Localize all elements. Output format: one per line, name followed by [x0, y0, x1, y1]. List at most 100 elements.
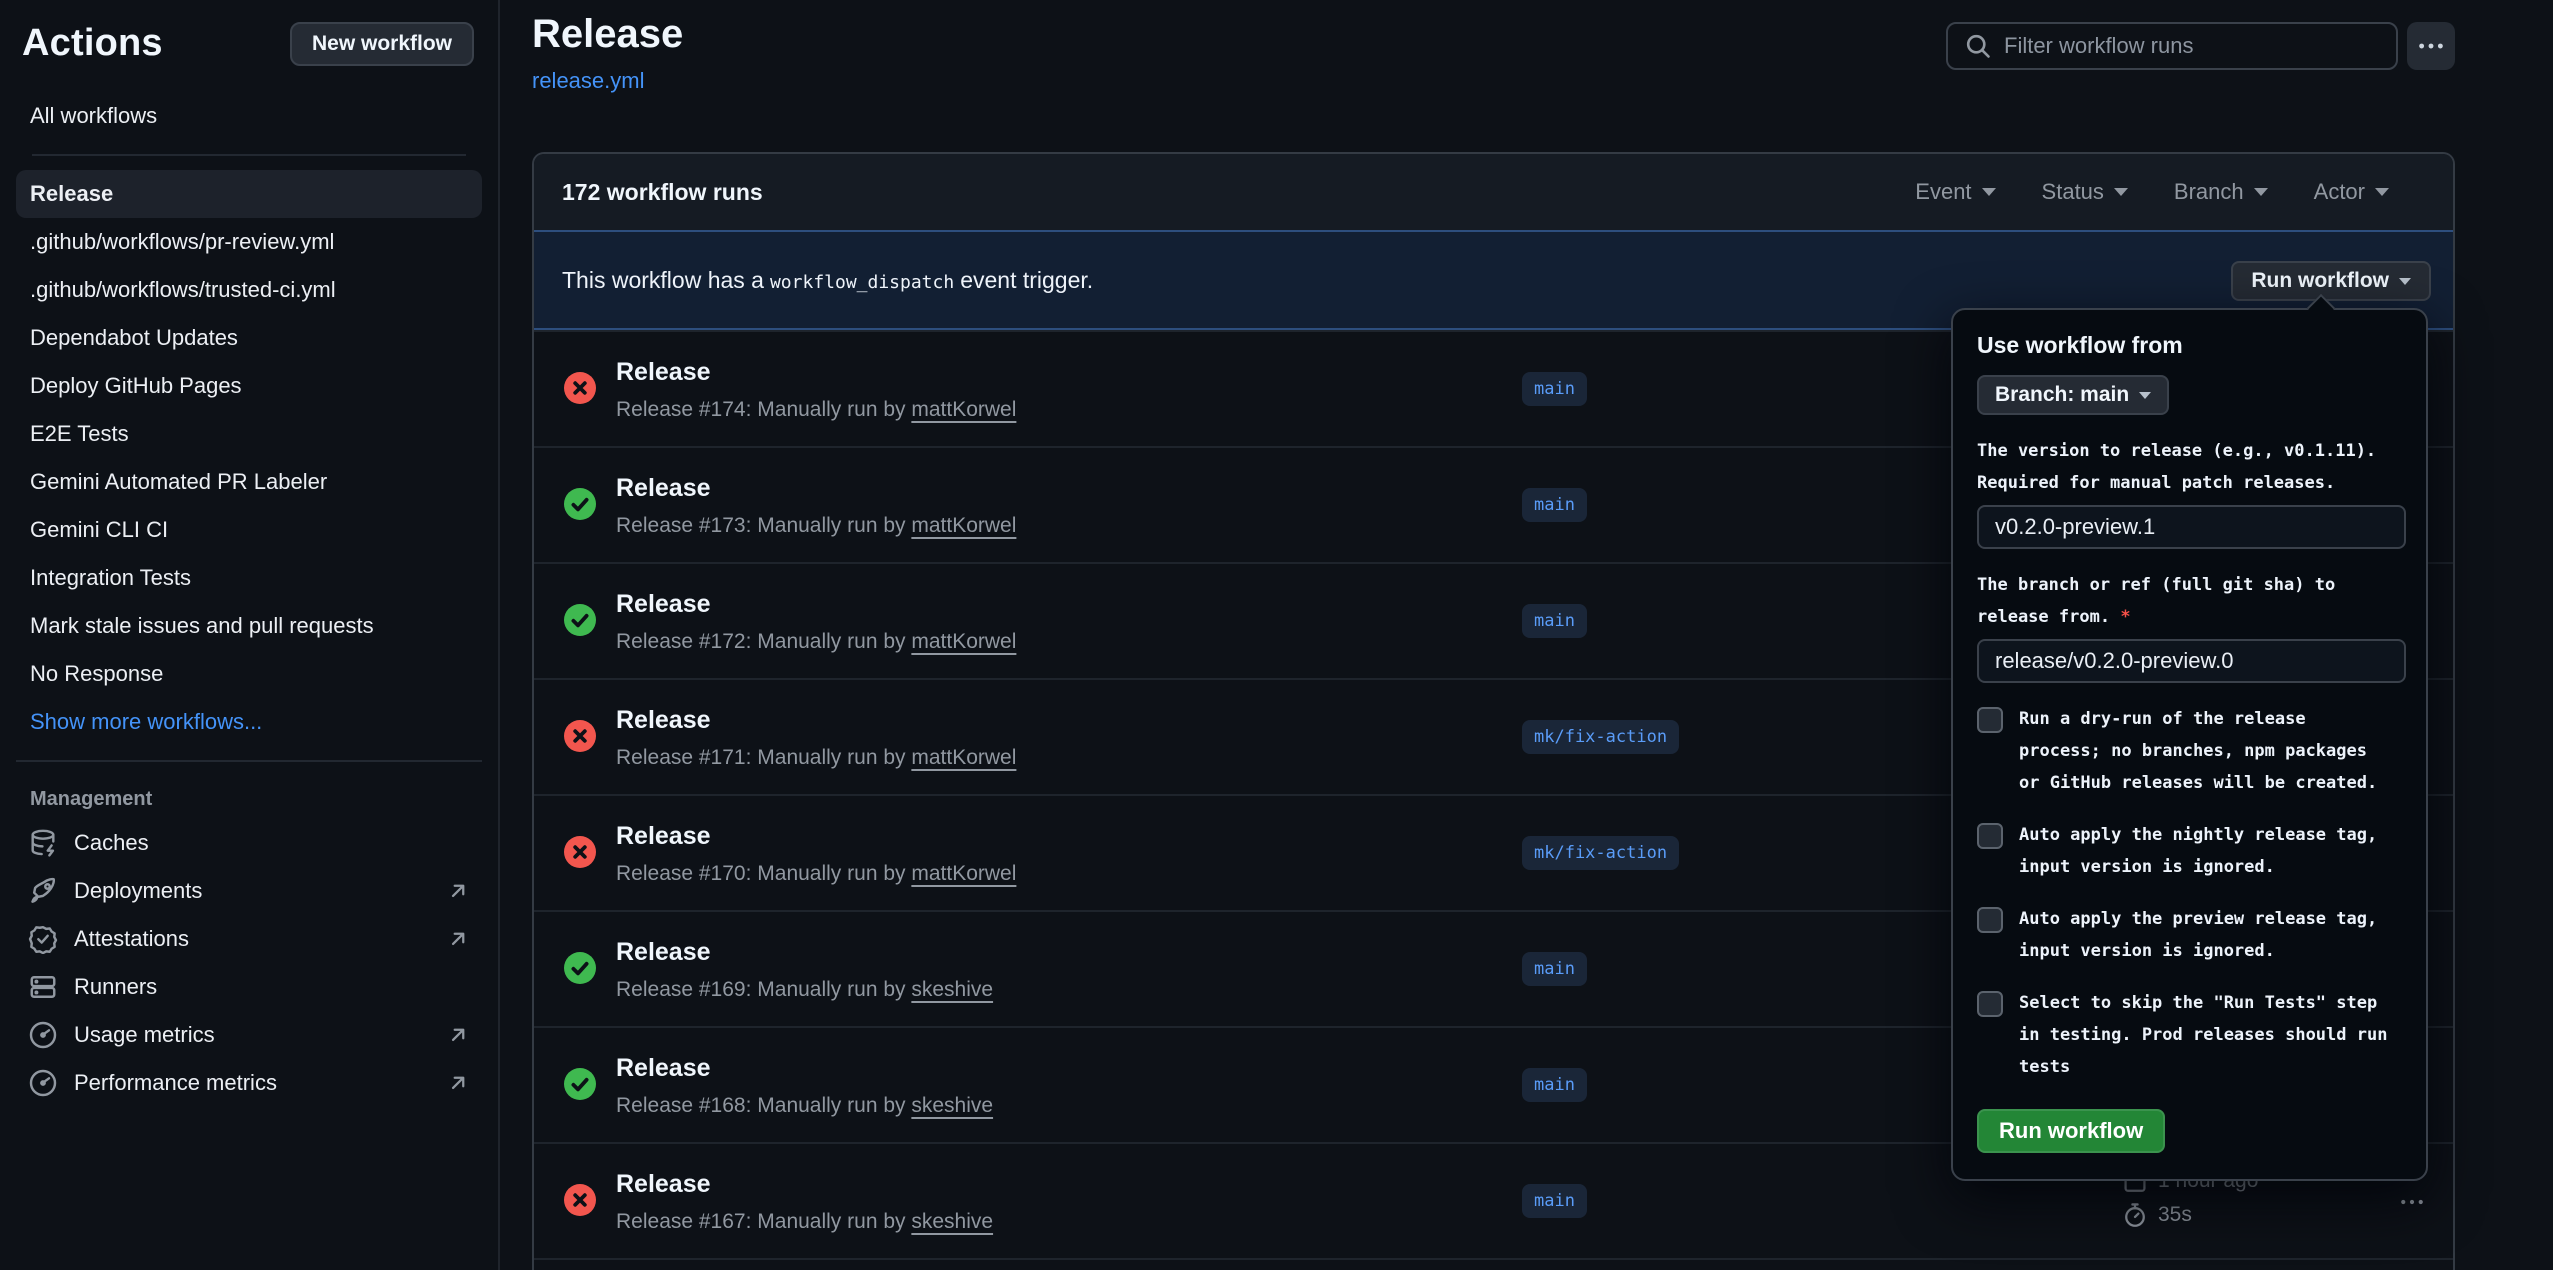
sidebar-item-management[interactable]: Caches [0, 819, 498, 867]
sidebar-item-workflow[interactable]: E2E Tests [16, 410, 482, 458]
sidebar-item-management[interactable]: Runners [0, 963, 498, 1011]
sidebar-item-label: Usage metrics [74, 1022, 215, 1048]
sidebar-item-workflow[interactable]: Gemini CLI CI [16, 506, 482, 554]
run-description: Release #174: Manually run by mattKorwel [616, 398, 1016, 422]
run-workflow-dropdown-button[interactable]: Run workflow [2231, 261, 2431, 301]
checkbox-input[interactable] [1977, 823, 2003, 849]
search-icon [1964, 32, 1992, 60]
checkbox-input[interactable] [1977, 707, 2003, 733]
run-description: Release #167: Manually run by skeshive [616, 1210, 993, 1234]
sidebar-item-workflow[interactable]: No Response [16, 650, 482, 698]
run-title-link[interactable]: Release [616, 822, 711, 851]
checkbox-label: Select to skip the "Run Tests" step in t… [2019, 987, 2389, 1083]
filter-dropdown[interactable]: Event [1915, 179, 1995, 205]
banner-text: This workflow has aworkflow_dispatcheven… [562, 267, 1093, 294]
checkbox-input[interactable] [1977, 991, 2003, 1017]
filter-runs-searchbox[interactable] [1946, 22, 2398, 70]
external-link-icon [446, 879, 470, 903]
version-input[interactable] [1977, 505, 2406, 549]
search-input[interactable] [2004, 33, 2380, 59]
version-input-label: The version to release (e.g., v0.1.11). … [1977, 435, 2406, 499]
branch-badge[interactable]: main [1522, 1184, 1587, 1218]
checkbox-label: Run a dry-run of the release process; no… [2019, 703, 2389, 799]
chevron-down-icon [2254, 188, 2268, 196]
run-workflow-submit-button[interactable]: Run workflow [1977, 1109, 2165, 1153]
sidebar-item-workflow[interactable]: Mark stale issues and pull requests [16, 602, 482, 650]
sidebar-item-management[interactable]: Usage metrics [0, 1011, 498, 1059]
actions-sidebar: Actions New workflow All workflows Relea… [0, 0, 500, 1270]
meter-icon [28, 1068, 58, 1098]
run-actor-link[interactable]: mattKorwel [911, 746, 1016, 769]
branch-badge[interactable]: main [1522, 952, 1587, 986]
run-actor-link[interactable]: skeshive [911, 978, 993, 1001]
sidebar-item-label: Deployments [74, 878, 202, 904]
sidebar-item-management[interactable]: Performance metrics [0, 1059, 498, 1107]
rocket-icon [28, 876, 58, 906]
checkbox-row: Auto apply the nightly release tag, inpu… [1977, 819, 2402, 883]
ref-input-label: The branch or ref (full git sha) to rele… [1977, 569, 2406, 633]
run-title-link[interactable]: Release [616, 1170, 711, 1199]
checkbox-input[interactable] [1977, 907, 2003, 933]
branch-select-button[interactable]: Branch: main [1977, 375, 2169, 415]
run-description: Release #172: Manually run by mattKorwel [616, 630, 1016, 654]
run-description: Release #168: Manually run by skeshive [616, 1094, 993, 1118]
checkbox-row: Run a dry-run of the release process; no… [1977, 703, 2402, 799]
branch-badge[interactable]: main [1522, 604, 1587, 638]
run-kebab-menu-button[interactable] [2386, 1186, 2438, 1218]
filter-dropdown[interactable]: Actor [2314, 179, 2389, 205]
run-title-link[interactable]: Release [616, 1054, 711, 1083]
run-actor-link[interactable]: mattKorwel [911, 398, 1016, 421]
run-description: Release #173: Manually run by mattKorwel [616, 514, 1016, 538]
sidebar-item-label: Caches [74, 830, 149, 856]
sidebar-item-workflow[interactable]: Gemini Automated PR Labeler [16, 458, 482, 506]
run-actor-link[interactable]: mattKorwel [911, 630, 1016, 653]
run-actor-link[interactable]: skeshive [911, 1210, 993, 1233]
show-more-workflows-link[interactable]: Show more workflows... [16, 698, 482, 746]
required-asterisk: * [2120, 607, 2130, 627]
branch-badge[interactable]: main [1522, 1068, 1587, 1102]
sidebar-item-workflow[interactable]: Integration Tests [16, 554, 482, 602]
run-actor-link[interactable]: mattKorwel [911, 514, 1016, 537]
next-row-partial [534, 1258, 2453, 1270]
failure-status-icon [564, 836, 596, 868]
runs-card-header: 172 workflow runs Event Status Branch Ac… [534, 154, 2453, 230]
banner-code: workflow_dispatch [764, 272, 960, 293]
ref-input[interactable] [1977, 639, 2406, 683]
kebab-icon [2398, 1188, 2426, 1216]
branch-badge[interactable]: main [1522, 372, 1587, 406]
checkbox-row: Select to skip the "Run Tests" step in t… [1977, 987, 2402, 1083]
run-title-link[interactable]: Release [616, 474, 711, 503]
sidebar-item-management[interactable]: Deployments [0, 867, 498, 915]
workflow-file-link[interactable]: release.yml [532, 68, 644, 94]
chevron-down-icon [1982, 188, 1996, 196]
branch-badge[interactable]: mk/fix-action [1522, 836, 1679, 870]
run-title-link[interactable]: Release [616, 706, 711, 735]
sidebar-item-label: Runners [74, 974, 157, 1000]
runs-count: 172 workflow runs [562, 179, 763, 206]
run-title-link[interactable]: Release [616, 938, 711, 967]
sidebar-item-workflow[interactable]: .github/workflows/pr-review.yml [16, 218, 482, 266]
page-kebab-menu-button[interactable] [2407, 22, 2455, 70]
new-workflow-button[interactable]: New workflow [290, 22, 474, 66]
run-title-link[interactable]: Release [616, 590, 711, 619]
filter-dropdown[interactable]: Branch [2174, 179, 2268, 205]
sidebar-item-workflow[interactable]: .github/workflows/trusted-ci.yml [16, 266, 482, 314]
failure-status-icon [564, 720, 596, 752]
chevron-down-icon [2139, 392, 2151, 399]
sidebar-item-all-workflows[interactable]: All workflows [16, 92, 482, 140]
run-actor-link[interactable]: skeshive [911, 1094, 993, 1117]
success-status-icon [564, 952, 596, 984]
sidebar-item-workflow[interactable]: Deploy GitHub Pages [16, 362, 482, 410]
filter-dropdown[interactable]: Status [2042, 179, 2128, 205]
sidebar-item-management[interactable]: Attestations [0, 915, 498, 963]
branch-badge[interactable]: mk/fix-action [1522, 720, 1679, 754]
kebab-icon [2416, 31, 2446, 61]
run-description: Release #169: Manually run by skeshive [616, 978, 993, 1002]
run-description: Release #171: Manually run by mattKorwel [616, 746, 1016, 770]
sidebar-item-workflow[interactable]: Dependabot Updates [16, 314, 482, 362]
run-actor-link[interactable]: mattKorwel [911, 862, 1016, 885]
sidebar-divider [32, 154, 466, 156]
branch-badge[interactable]: main [1522, 488, 1587, 522]
run-title-link[interactable]: Release [616, 358, 711, 387]
sidebar-item-workflow[interactable]: Release [16, 170, 482, 218]
